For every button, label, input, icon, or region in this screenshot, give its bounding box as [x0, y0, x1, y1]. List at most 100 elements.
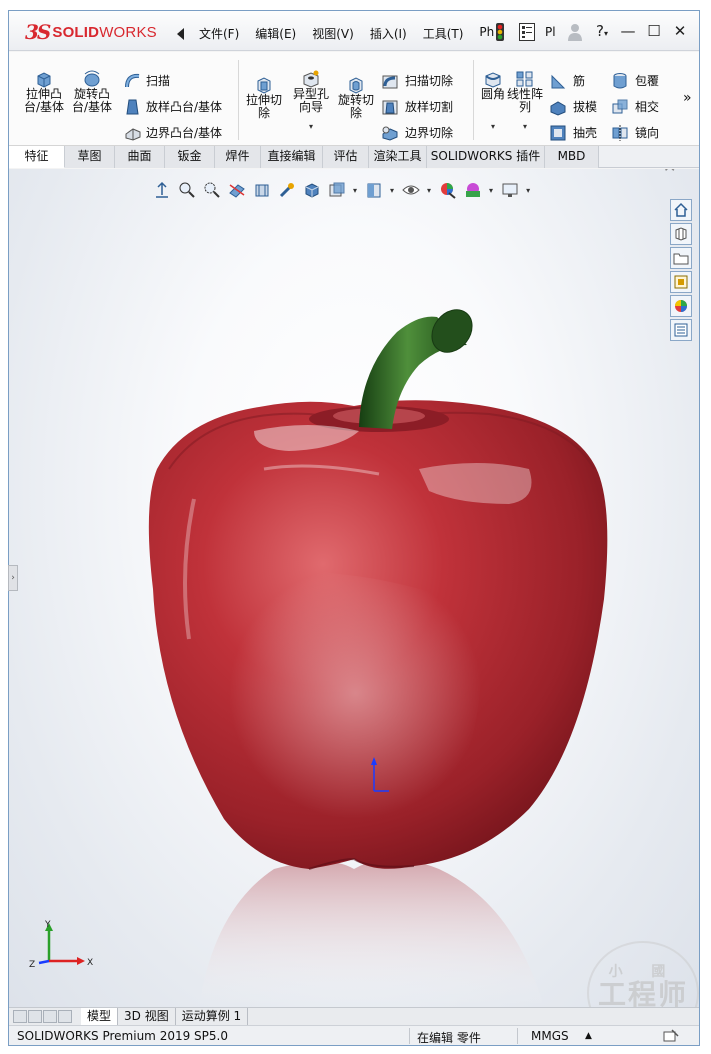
extrude-boss-icon [37, 72, 51, 88]
tab-scroll-buttons [13, 1010, 73, 1023]
mirror-icon [612, 125, 628, 141]
ribbon-more-button[interactable]: » [683, 91, 692, 105]
fillet-dropdown-icon[interactable]: ▾ [491, 120, 495, 133]
ds-logo-mark: 3S [25, 20, 51, 44]
triad-z-label: Z [29, 960, 35, 970]
minimize-button[interactable]: — [615, 20, 641, 42]
linear-pattern-label-2: 列 [518, 100, 531, 114]
tab-model[interactable]: 模型 [81, 1008, 119, 1025]
swept-cut-icon [382, 75, 398, 89]
tab-features[interactable]: 特征 [9, 146, 65, 168]
tab-sheet-metal[interactable]: 钣金 [165, 146, 215, 168]
boundary-boss-button[interactable]: 边界凸台/基体 [124, 124, 222, 142]
wrap-button[interactable]: 包覆 [611, 72, 659, 90]
revolve-boss-button[interactable]: 旋转凸 台/基体 [71, 70, 113, 114]
unit-system-arrow-icon[interactable]: ▲ [585, 1031, 592, 1041]
menu-view[interactable]: 视图(V) [312, 25, 354, 42]
hole-wizard-button[interactable]: 异型孔 向导 ▾ [289, 70, 333, 133]
boundary-cut-button[interactable]: 边界切除 [381, 124, 453, 142]
draft-button[interactable]: 拔模 [549, 98, 597, 116]
lofted-cut-label: 放样切割 [405, 99, 454, 114]
tab-direct-editing[interactable]: 直接编辑 [261, 146, 323, 168]
last-tab-button[interactable] [58, 1010, 72, 1023]
solidworks-logo[interactable]: 3S SOLIDWORKS [25, 20, 157, 44]
status-divider [409, 1028, 410, 1044]
traffic-light-icon[interactable] [493, 23, 507, 41]
title-bar: 3S SOLIDWORKS 文件(F) 编辑(E) 视图(V) 插入(I) 工具… [9, 11, 699, 51]
tab-sketch[interactable]: 草图 [65, 146, 115, 168]
help-button[interactable]: ?▾ [589, 20, 615, 42]
extrude-boss-label-2: 台/基体 [23, 100, 65, 114]
logo-works: WORKS [99, 23, 157, 41]
swept-cut-label: 扫描切除 [405, 73, 454, 88]
command-manager-tabs: 特征 草图 曲面 钣金 焊件 直接编辑 评估 渲染工具 SOLIDWORKS 插… [9, 146, 699, 168]
tab-render-tools[interactable]: 渲染工具 [369, 146, 427, 168]
first-tab-button[interactable] [13, 1010, 27, 1023]
loft-boss-label: 放样凸台/基体 [146, 99, 223, 114]
title-toolbar: Pl [493, 23, 582, 41]
revolve-cut-button[interactable]: 旋转切 除 [335, 76, 377, 120]
rib-button[interactable]: 筋 [549, 72, 585, 90]
menu-edit[interactable]: 编辑(E) [255, 25, 296, 42]
rib-label: 筋 [573, 73, 586, 88]
wrap-label: 包覆 [635, 73, 660, 88]
fillet-icon [485, 72, 501, 88]
tab-motion-study[interactable]: 运动算例 1 [176, 1008, 249, 1025]
lofted-cut-icon [382, 100, 398, 115]
hole-wizard-label-2: 向导 [298, 100, 323, 114]
next-tab-button[interactable] [43, 1010, 57, 1023]
shell-button[interactable]: 抽壳 [549, 124, 597, 142]
sweep-button[interactable]: 扫描 [124, 72, 170, 90]
rebuild-icon[interactable] [663, 1029, 679, 1043]
mirror-label: 镜向 [635, 125, 660, 140]
menu-pin-arrow-icon[interactable] [177, 28, 184, 40]
linear-pattern-button[interactable]: 线性阵 列 ▾ [503, 70, 547, 133]
help-icon: ? [596, 22, 604, 40]
panel-collapse-handle[interactable]: › [8, 565, 18, 591]
hole-wizard-dropdown-icon[interactable]: ▾ [309, 120, 313, 133]
tab-mbd[interactable]: MBD [545, 146, 599, 168]
tab-solidworks-addins[interactable]: SOLIDWORKS 插件 [427, 146, 545, 168]
triad-y-label: Y [44, 920, 51, 930]
menu-tools[interactable]: 工具(T) [423, 25, 464, 42]
watermark-top-text: 小 國 [608, 964, 678, 980]
user-icon[interactable] [567, 23, 582, 41]
solidworks-window: 3S SOLIDWORKS 文件(F) 编辑(E) 视图(V) 插入(I) 工具… [8, 10, 700, 1046]
lofted-cut-button[interactable]: 放样切割 [381, 98, 453, 116]
graphics-area[interactable]: ✕ ▾ ▾ ▾ ▾ ▾ [9, 169, 699, 1007]
revolve-boss-icon [84, 70, 100, 87]
logo-solid: SOLID [52, 23, 100, 41]
apple-floor-reflection [199, 859, 544, 1007]
extrude-cut-icon [257, 77, 271, 94]
unit-system[interactable]: MMGS [531, 1029, 569, 1043]
tab-weldments[interactable]: 焊件 [215, 146, 261, 168]
tab-evaluate[interactable]: 评估 [323, 146, 369, 168]
rib-icon [551, 74, 566, 89]
boundary-boss-label: 边界凸台/基体 [146, 125, 223, 140]
linear-pattern-dropdown-icon[interactable]: ▾ [523, 120, 527, 133]
command-manager-ribbon: 拉伸凸 台/基体 旋转凸 台/基体 扫描 放样凸台/基体 边界凸台/基体 拉伸切… [9, 52, 699, 146]
product-version: SOLIDWORKS Premium 2019 SP5.0 [17, 1029, 228, 1043]
loft-boss-button[interactable]: 放样凸台/基体 [124, 98, 222, 116]
extrude-cut-button[interactable]: 拉伸切 除 [243, 76, 285, 120]
maximize-button[interactable]: ☐ [641, 20, 667, 42]
intersect-label: 相交 [635, 99, 660, 114]
swept-cut-button[interactable]: 扫描切除 [381, 72, 453, 90]
apple-3d-model[interactable] [9, 169, 699, 1007]
intersect-button[interactable]: 相交 [611, 98, 659, 116]
wrap-icon [613, 73, 627, 89]
status-divider [517, 1028, 518, 1044]
menu-file[interactable]: 文件(F) [199, 25, 239, 42]
tab-3d-views[interactable]: 3D 视图 [118, 1008, 176, 1025]
close-window-button[interactable]: ✕ [667, 20, 693, 42]
extrude-boss-button[interactable]: 拉伸凸 台/基体 [23, 70, 65, 114]
mirror-button[interactable]: 镜向 [611, 124, 659, 142]
options-list-icon[interactable] [519, 23, 535, 41]
tab-surfaces[interactable]: 曲面 [115, 146, 165, 168]
shell-label: 抽壳 [573, 125, 598, 140]
logo-wordmark: SOLIDWORKS [52, 24, 157, 41]
prev-tab-button[interactable] [28, 1010, 42, 1023]
menu-overflow[interactable]: Pl [545, 25, 556, 39]
menu-insert[interactable]: 插入(I) [370, 25, 407, 42]
revolve-cut-label-2: 除 [349, 106, 362, 120]
